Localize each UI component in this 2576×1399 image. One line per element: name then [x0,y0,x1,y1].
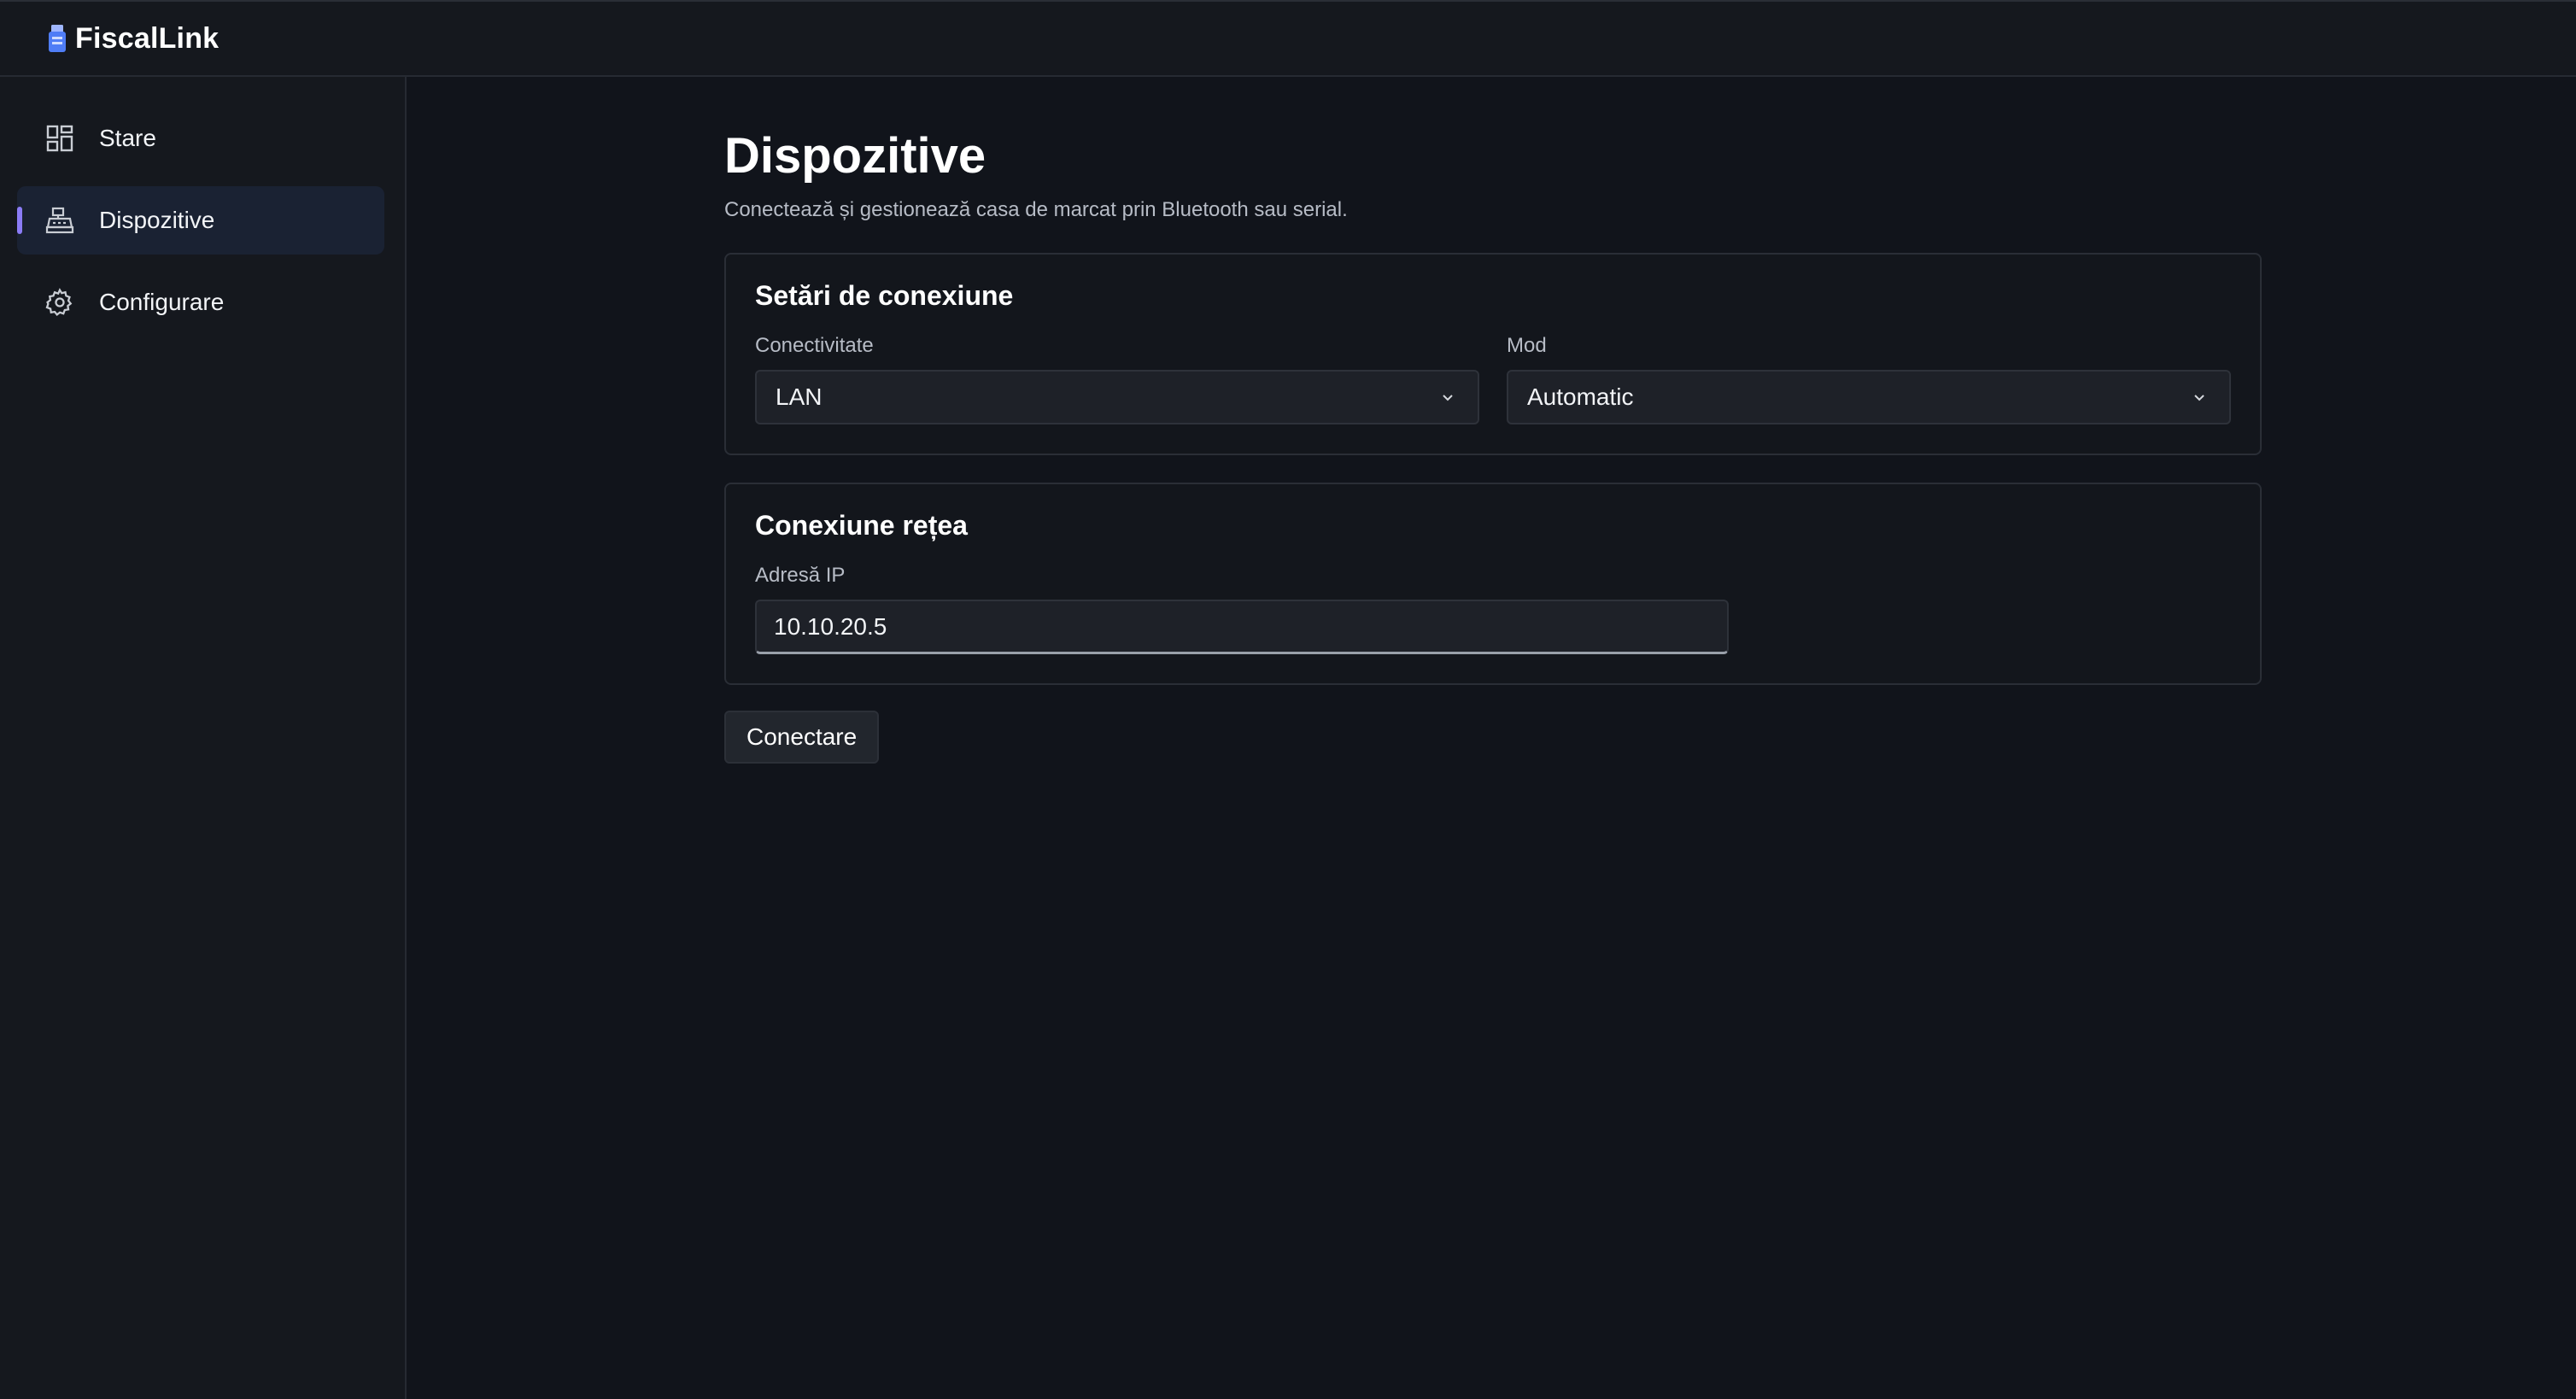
app-name: FiscalLink [75,21,220,55]
cash-register-icon [44,205,75,236]
mode-field: Mod Automatic [1507,334,2231,424]
gear-icon [44,287,75,318]
main-content: Dispozitive Conectează și gestionează ca… [724,77,2262,764]
connect-button[interactable]: Conectare [724,711,880,764]
card-title: Setări de conexiune [755,280,1014,311]
field-label: Mod [1507,334,1547,357]
sidebar-item-stare[interactable]: Stare [17,104,384,173]
chevron-down-icon [1443,395,1453,401]
mode-select[interactable]: Automatic [1507,370,2231,424]
select-value: LAN [776,383,823,410]
grid-dashboard-icon [44,123,75,154]
page-title: Dispozitive [724,128,986,184]
connectivity-select[interactable]: LAN [755,370,1479,424]
ip-address-input[interactable] [755,600,1729,654]
field-label: Adresă IP [755,564,846,587]
connectivity-field: Conectivitate LAN [755,334,1479,424]
connection-settings-card: Setări de conexiune Conectivitate LAN Mo… [724,253,2262,455]
sidebar-item-configurare[interactable]: Configurare [17,268,384,337]
page-subtitle: Conectează și gestionează casa de marcat… [724,198,1348,221]
network-connection-card: Conexiune rețea Adresă IP [724,483,2262,685]
title-bar: FiscalLink [0,0,2576,77]
sidebar-item-label: Dispozitive [99,207,215,233]
sidebar-item-dispozitive[interactable]: Dispozitive [17,186,384,255]
field-label: Conectivitate [755,334,874,357]
chevron-down-icon [2194,395,2204,401]
select-value: Automatic [1527,383,1634,410]
card-title: Conexiune rețea [755,510,968,541]
receipt-printer-icon [46,20,68,57]
sidebar-item-label: Stare [99,125,156,151]
sidebar-item-label: Configurare [99,289,225,315]
sidebar: Stare Dispozitive Configurare [0,77,407,1399]
